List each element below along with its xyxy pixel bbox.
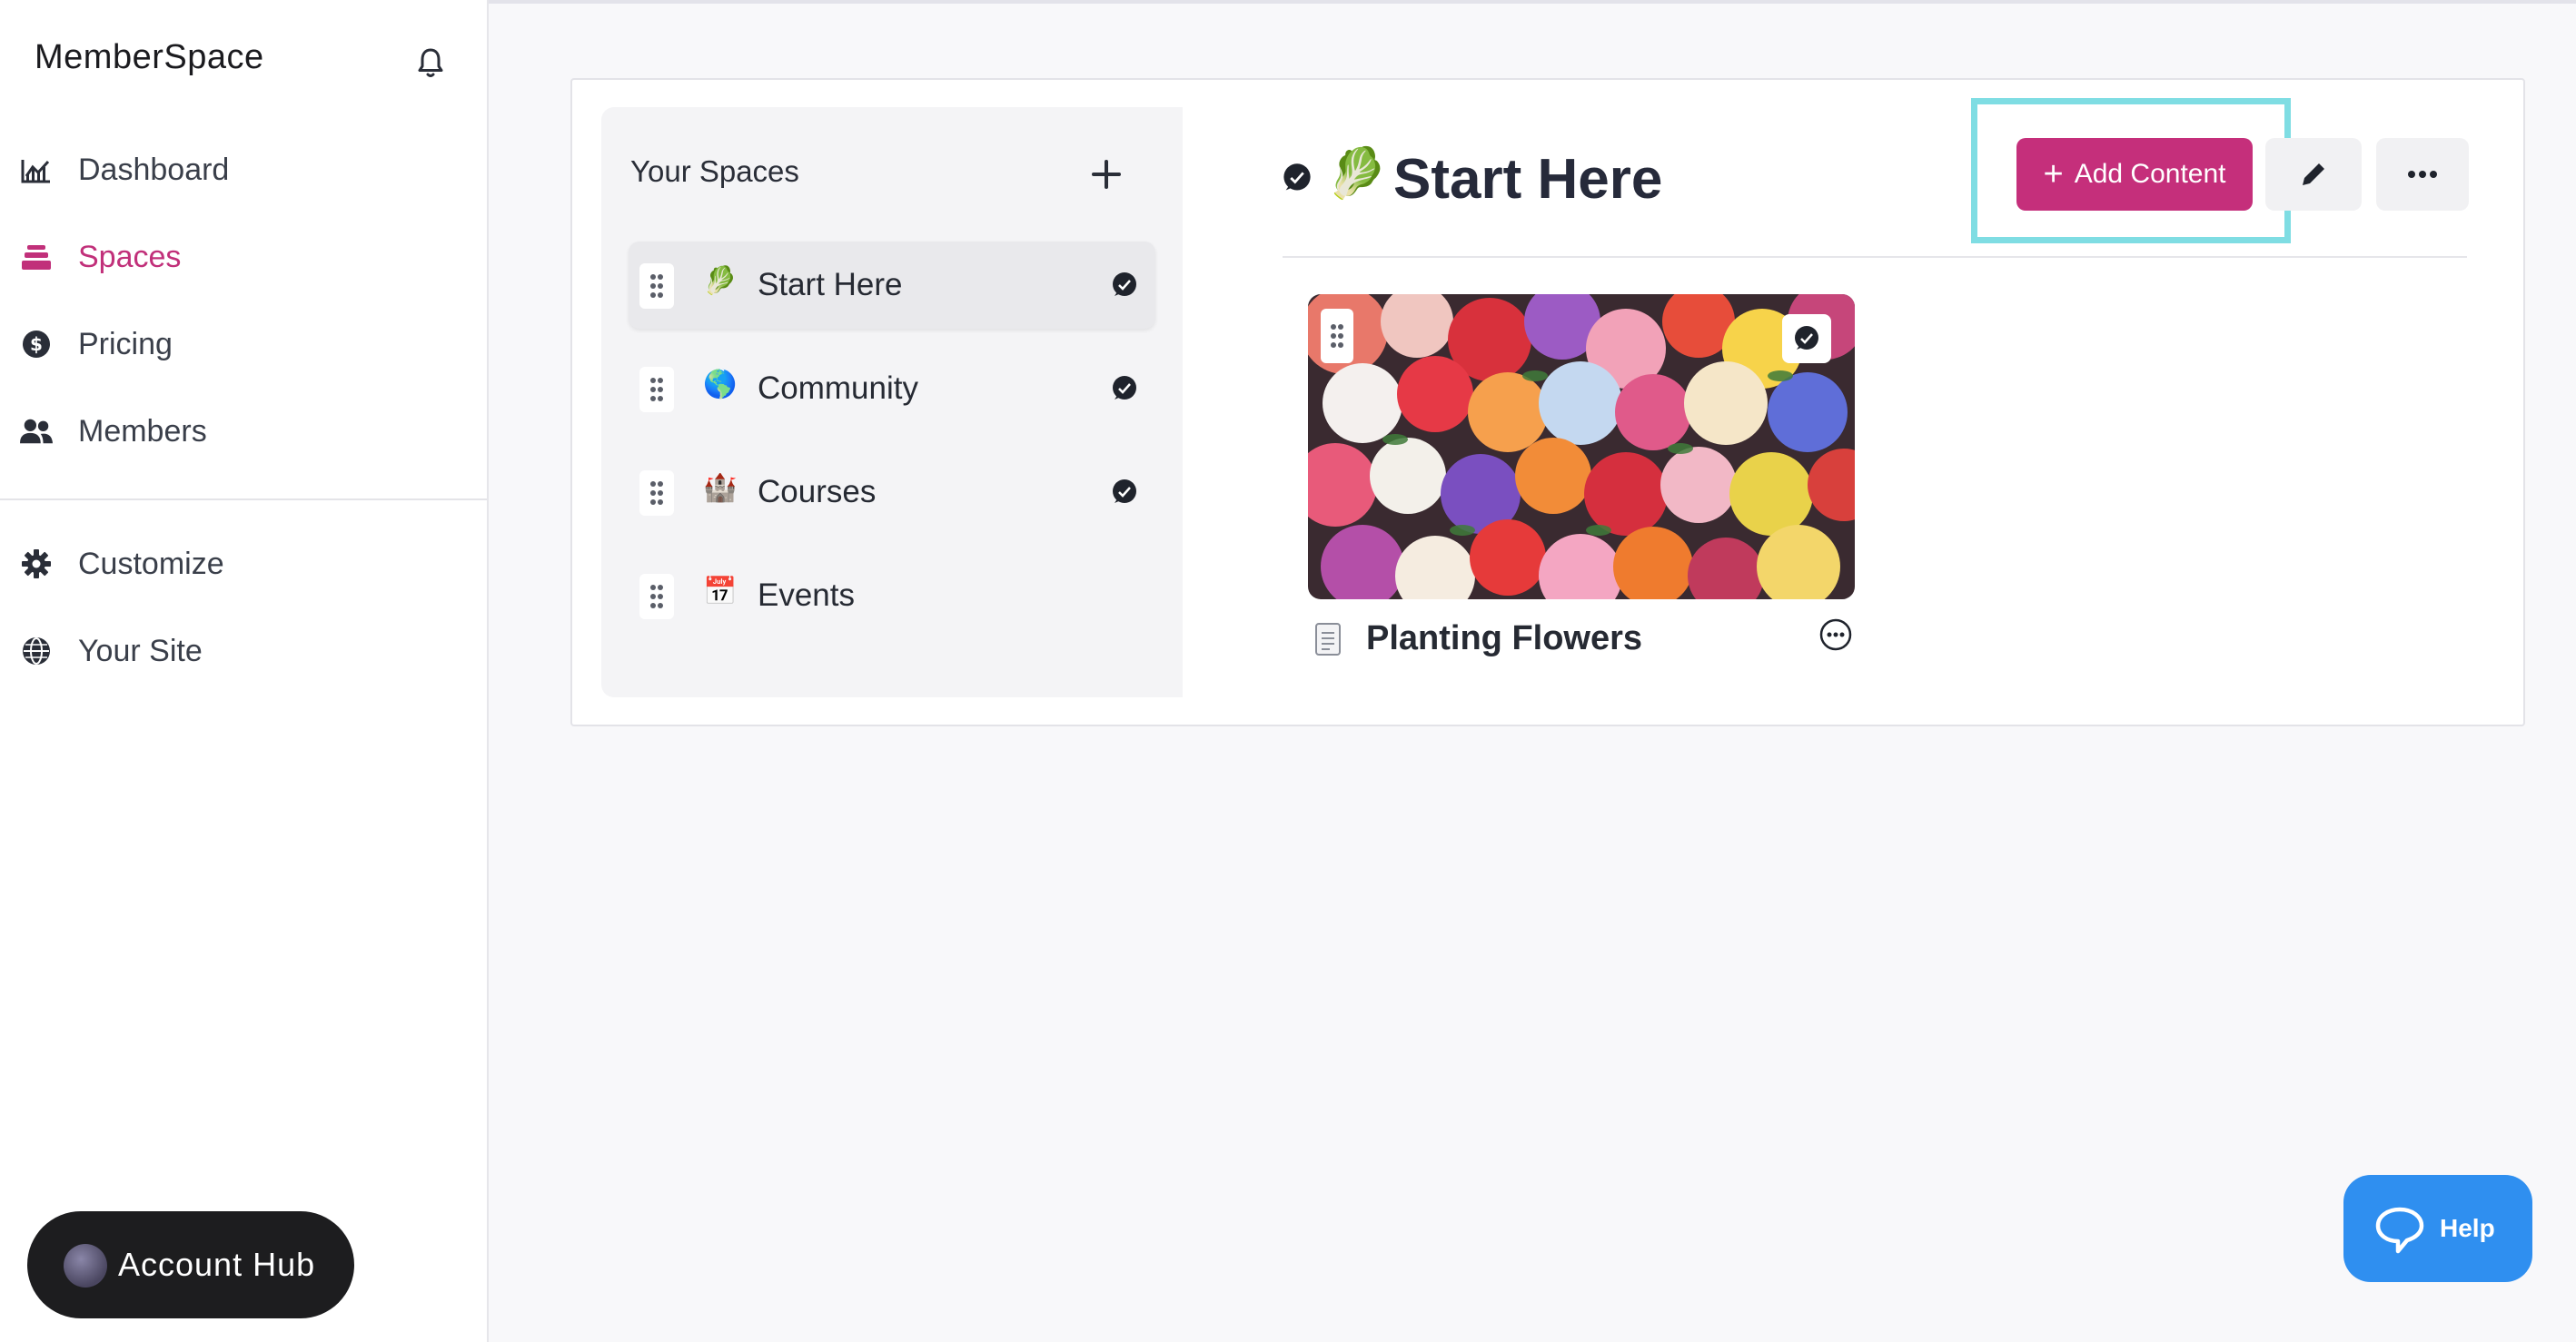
content-thumbnail[interactable] [1308,294,1855,599]
sidebar-item-label: Dashboard [78,152,230,187]
space-item-start-here[interactable]: 🥬 Start Here [629,242,1155,329]
sidebar-item-your-site[interactable]: Your Site [0,619,487,683]
space-emoji: 🥬 [703,266,738,296]
space-emoji: 📅 [703,577,738,607]
more-options-button[interactable] [2376,138,2469,211]
sidebar-item-pricing[interactable]: $ Pricing [0,312,487,376]
account-hub-label: Account Hub [118,1246,316,1283]
space-item-courses[interactable]: 🏰 Courses [629,449,1155,536]
pencil-icon [2303,161,2327,185]
space-name: Community [758,370,918,406]
sidebar: MemberSpace Dashboard Spaces $ Pricing M… [0,0,489,1342]
dollar-icon: $ [20,328,53,360]
space-emoji: 🏰 [703,473,738,503]
ellipsis-circle-icon[interactable] [1818,617,1853,652]
account-hub-button[interactable]: Account Hub [27,1211,354,1318]
space-name: Courses [758,474,877,509]
content-title[interactable]: Planting Flowers [1366,619,1642,658]
sidebar-item-label: Members [78,413,207,449]
page-title: Start Here [1393,148,1663,211]
chart-icon [20,153,53,186]
chat-icon [1782,314,1831,363]
help-button[interactable]: Help [2343,1175,2532,1282]
sidebar-item-label: Pricing [78,326,173,361]
sidebar-item-label: Customize [78,546,224,581]
sidebar-item-label: Spaces [78,239,182,274]
users-icon [20,415,53,448]
sidebar-item-customize[interactable]: Customize [0,532,487,596]
chat-icon [1113,272,1136,296]
layers-icon [20,241,53,273]
space-item-community[interactable]: 🌎 Community [629,345,1155,432]
drag-handle-icon[interactable] [639,367,674,412]
add-space-icon[interactable] [1086,154,1126,194]
drag-handle-icon[interactable] [1321,309,1353,363]
sidebar-item-dashboard[interactable]: Dashboard [0,138,487,202]
avatar [64,1244,107,1288]
top-border [489,0,2576,4]
chat-bubble-icon [2375,1207,2424,1254]
bell-icon[interactable] [414,45,447,82]
edit-button[interactable] [2265,138,2362,211]
space-emoji: 🌎 [703,370,738,400]
gear-icon [20,548,53,580]
add-content-button[interactable]: + Add Content [2016,138,2253,211]
flower-arrangement-image [1308,294,1855,599]
app-logo[interactable]: MemberSpace [35,38,264,77]
space-header-emoji: 🥬 [1326,146,1388,201]
document-icon [1315,623,1341,656]
space-name: Events [758,577,855,613]
header-divider [1283,256,2467,258]
drag-handle-icon[interactable] [639,263,674,309]
spaces-panel-title: Your Spaces [630,154,799,188]
sidebar-item-label: Your Site [78,633,203,668]
drag-handle-icon[interactable] [639,574,674,619]
plus-icon: + [2043,155,2064,193]
add-content-label: Add Content [2074,159,2226,189]
svg-text:$: $ [30,333,43,355]
chat-icon [1283,163,1311,191]
ellipsis-icon [2408,171,2437,178]
help-label: Help [2440,1214,2495,1242]
space-item-events[interactable]: 📅 Events [629,552,1155,639]
chat-icon [1113,479,1136,503]
globe-icon [20,635,53,667]
sidebar-divider [0,498,487,500]
space-name: Start Here [758,267,903,302]
sidebar-item-spaces[interactable]: Spaces [0,225,487,289]
drag-handle-icon[interactable] [639,470,674,516]
sidebar-item-members[interactable]: Members [0,400,487,463]
chat-icon [1113,376,1136,400]
